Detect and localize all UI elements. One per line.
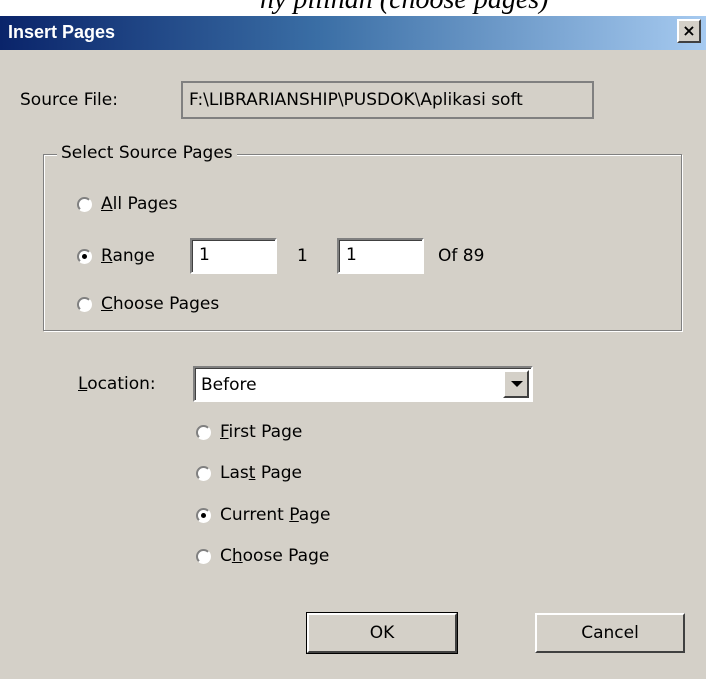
last-page-label[interactable]: Last Page: [220, 463, 302, 483]
range-to-label: 1: [297, 246, 308, 266]
choose-pages-label[interactable]: Choose Pages: [101, 294, 219, 314]
source-file-field: F:\LIBRARIANSHIP\PUSDOK\Aplikasi soft: [181, 81, 594, 119]
location-label: Location:: [78, 374, 156, 394]
location-selected-value: Before: [201, 375, 257, 395]
document-caption-fragment: ny pilihan (choose pages): [0, 0, 706, 16]
select-source-pages-legend: Select Source Pages: [57, 143, 237, 163]
range-label[interactable]: Range: [101, 246, 155, 266]
caption-text: ny pilihan (choose pages): [260, 0, 549, 16]
range-to-input[interactable]: 1: [337, 238, 424, 274]
ok-button[interactable]: OK: [306, 612, 458, 654]
close-icon: ×: [682, 21, 696, 40]
insert-pages-dialog: Insert Pages × Source File: F:\LIBRARIAN…: [0, 16, 706, 679]
first-page-label[interactable]: First Page: [220, 422, 302, 442]
range-radio[interactable]: [77, 249, 92, 264]
all-pages-label[interactable]: All Pages: [101, 194, 178, 214]
dialog-title: Insert Pages: [8, 22, 116, 42]
range-from-input[interactable]: 1: [190, 238, 277, 274]
title-bar[interactable]: Insert Pages ×: [0, 16, 706, 50]
choose-pages-radio[interactable]: [77, 297, 92, 312]
choose-page-label[interactable]: Choose Page: [220, 546, 329, 566]
choose-page-radio[interactable]: [196, 549, 211, 564]
current-page-radio[interactable]: [196, 508, 211, 523]
close-button[interactable]: ×: [677, 19, 701, 43]
all-pages-radio[interactable]: [77, 197, 92, 212]
page-count-label: Of 89: [438, 246, 485, 266]
first-page-radio[interactable]: [196, 425, 211, 440]
last-page-radio[interactable]: [196, 466, 211, 481]
current-page-label[interactable]: Current Page: [220, 505, 330, 525]
location-select[interactable]: Before: [193, 366, 533, 402]
chevron-down-icon[interactable]: [503, 370, 529, 398]
source-file-label: Source File:: [20, 90, 118, 110]
cancel-button[interactable]: Cancel: [535, 613, 685, 653]
